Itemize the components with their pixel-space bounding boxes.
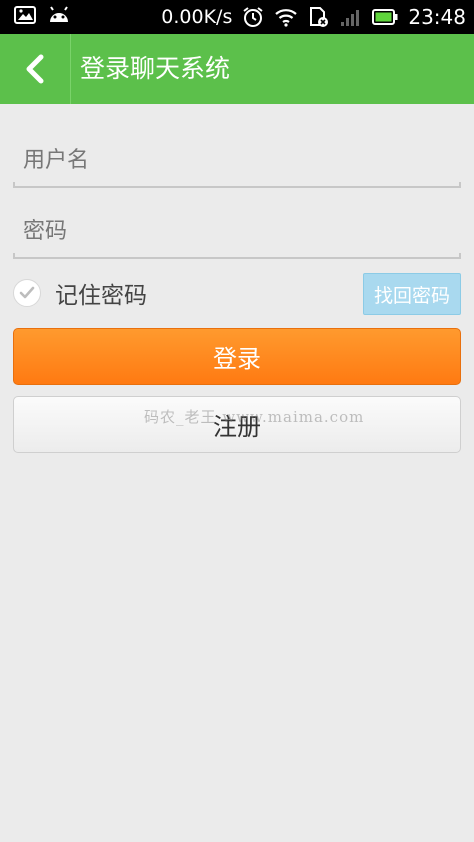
- chevron-left-icon: [24, 54, 46, 84]
- page-title: 登录聊天系统: [80, 54, 231, 83]
- wifi-icon: [274, 7, 298, 27]
- clock: 23:48: [408, 5, 466, 29]
- username-input[interactable]: [13, 134, 461, 186]
- android-notification-icon: [48, 6, 70, 24]
- underline-tick: [459, 182, 461, 188]
- register-button[interactable]: 注册: [13, 396, 461, 453]
- find-password-button[interactable]: 找回密码: [363, 273, 461, 315]
- title-divider: [70, 34, 71, 104]
- battery-icon: [372, 9, 398, 25]
- underline-tick: [13, 253, 15, 259]
- remember-password-row: 记住密码: [13, 276, 147, 310]
- password-input[interactable]: [13, 205, 461, 257]
- alarm-icon: [242, 6, 264, 28]
- signal-icon: [340, 7, 362, 27]
- sim-error-icon: [308, 6, 330, 28]
- username-field-wrapper: [13, 134, 461, 190]
- gallery-notification-icon: [14, 6, 36, 24]
- password-field-wrapper: [13, 205, 461, 261]
- login-button[interactable]: 登录: [13, 328, 461, 385]
- check-icon: [19, 286, 35, 300]
- username-underline: [13, 186, 461, 188]
- underline-tick: [459, 253, 461, 259]
- status-bar: 0.00K/s 23:48: [0, 0, 474, 34]
- network-speed: 0.00K/s: [161, 6, 233, 28]
- password-underline: [13, 257, 461, 259]
- remember-password-checkbox[interactable]: [13, 279, 41, 307]
- back-button[interactable]: [0, 34, 70, 104]
- remember-password-label: 记住密码: [55, 283, 147, 309]
- underline-tick: [13, 182, 15, 188]
- title-bar: 登录聊天系统: [0, 34, 474, 104]
